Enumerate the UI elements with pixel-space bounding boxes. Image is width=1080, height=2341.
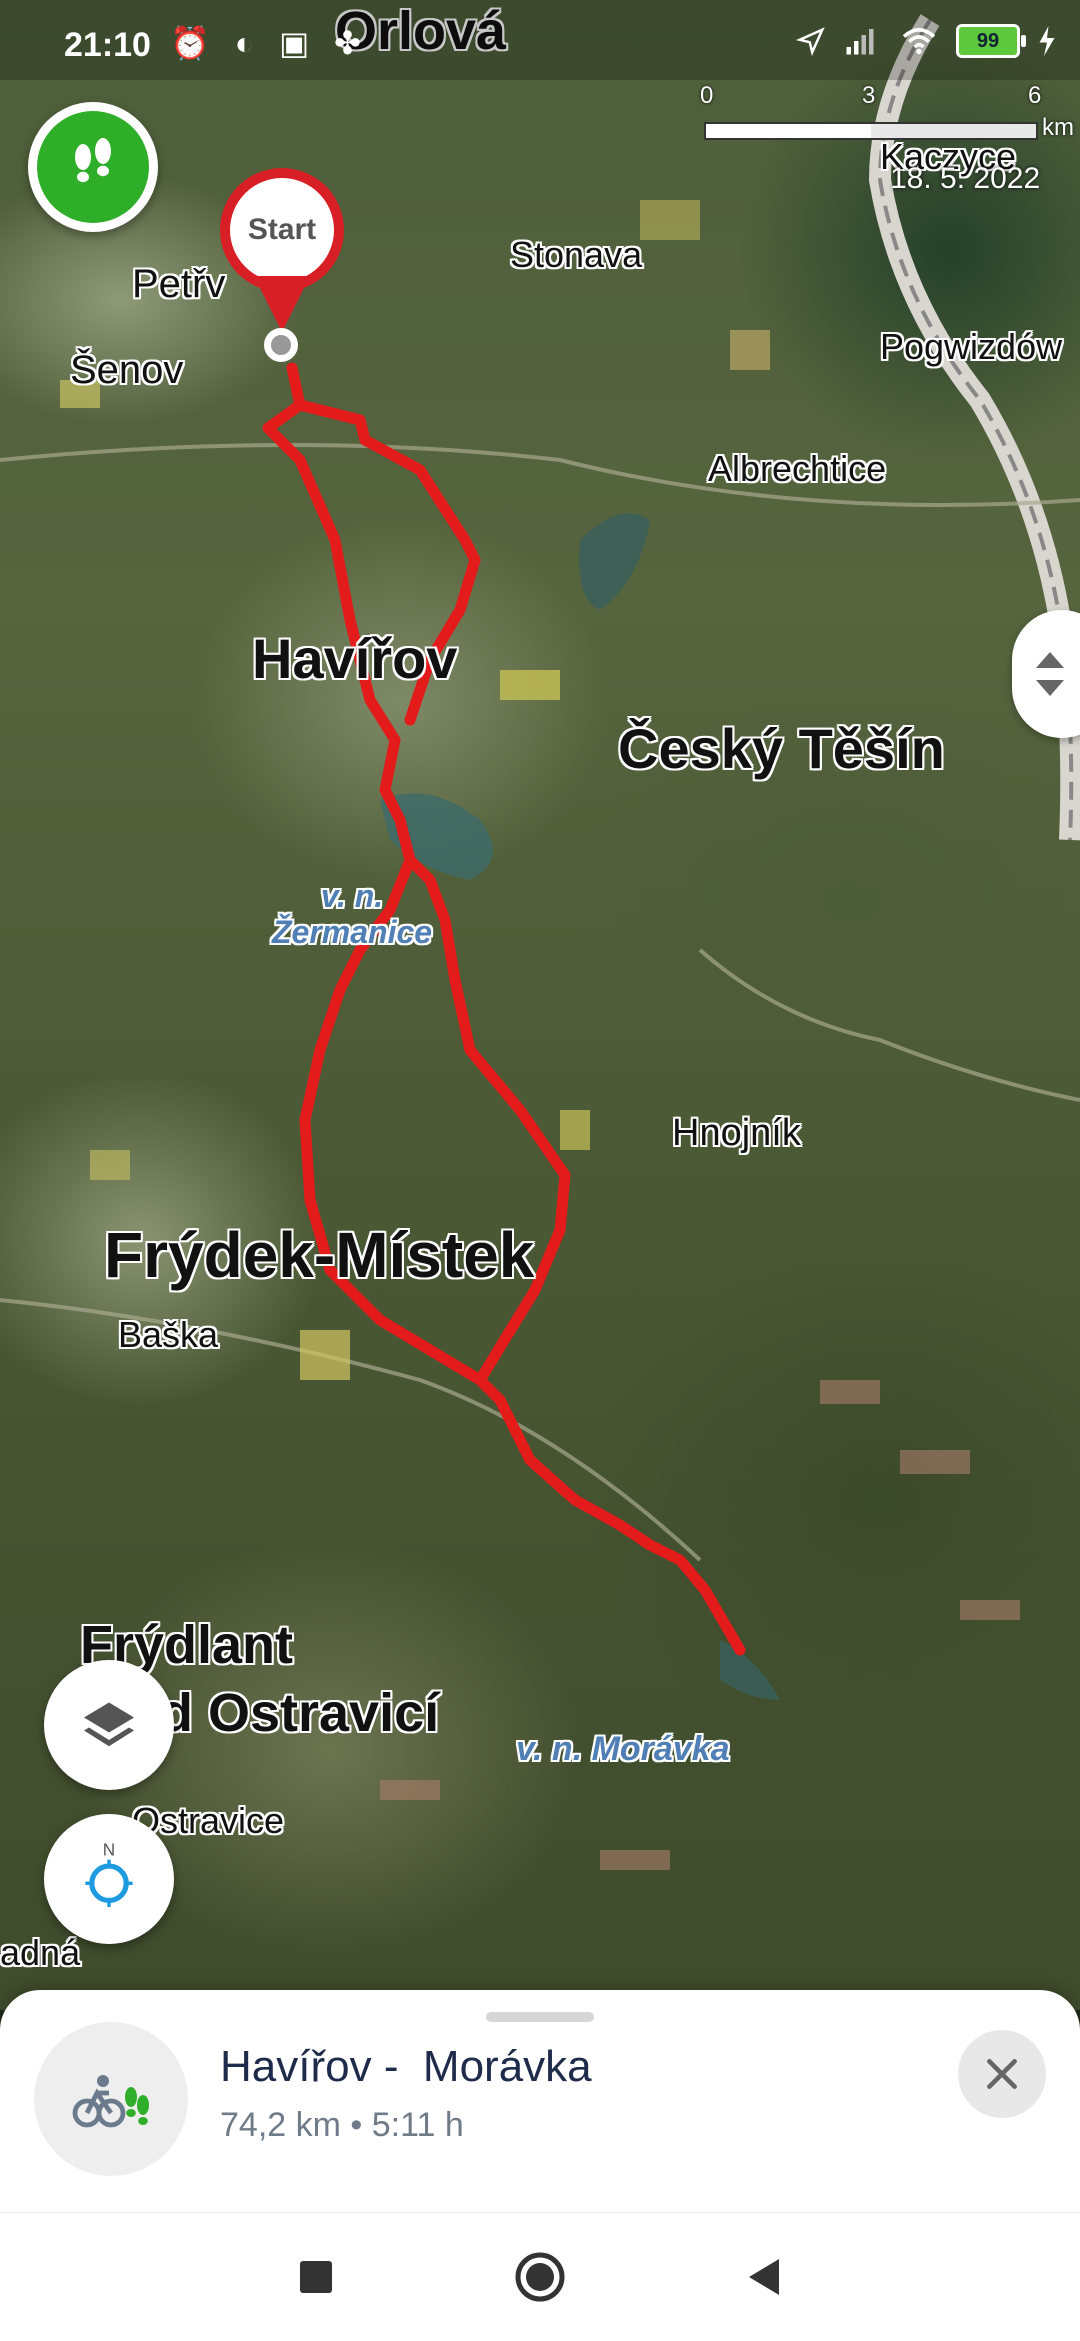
status-icons-left: ⏰ ◐ ▣ ✤ bbox=[170, 24, 369, 62]
map-label-zermanice: v. n. Žermanice bbox=[272, 878, 433, 950]
map-label-albrechtice: Albrechtice bbox=[708, 448, 887, 489]
scale-tick: 3 bbox=[862, 82, 876, 109]
bike-hike-icon bbox=[72, 2075, 149, 2128]
compass-button[interactable]: N bbox=[44, 1814, 174, 1944]
signal-icon bbox=[846, 29, 874, 55]
map-label-frydlant-2: d Ostravicí bbox=[160, 1683, 440, 1743]
map-label-cesky-tesin: Český Těšín bbox=[618, 717, 945, 780]
footprints-icon bbox=[75, 138, 111, 183]
location-icon bbox=[796, 27, 825, 56]
square-icon bbox=[300, 2261, 332, 2293]
home-button[interactable] bbox=[510, 2247, 570, 2307]
close-button[interactable] bbox=[958, 2030, 1046, 2118]
start-marker[interactable]: Start bbox=[220, 168, 350, 368]
side-panel-handle[interactable] bbox=[1012, 610, 1080, 738]
compass-letter: N bbox=[103, 1839, 115, 1859]
route-planner-button[interactable] bbox=[28, 102, 158, 232]
route-title: Havířov - Morávka bbox=[220, 2042, 592, 2091]
map-label-petrvald: Petřv bbox=[132, 262, 226, 306]
map-label-pogwizdow: Pogwizdów bbox=[880, 326, 1063, 367]
sheet-grabber[interactable] bbox=[486, 2012, 594, 2022]
charging-icon bbox=[1039, 26, 1055, 56]
map-label-senov: Šenov bbox=[70, 348, 184, 392]
status-bar: 21:10 ⏰ ◐ ▣ ✤ 99 bbox=[0, 0, 1080, 80]
start-point-dot bbox=[264, 328, 298, 362]
map-label-frydek-mistek: Frýdek-Místek bbox=[104, 1219, 535, 1291]
map-label-hnojnik: Hnojník bbox=[672, 1112, 801, 1154]
map-label-baska: Baška bbox=[118, 1314, 219, 1355]
start-marker-label: Start bbox=[230, 178, 334, 282]
imagery-date: 18. 5. 2022 bbox=[890, 162, 1041, 195]
recents-button[interactable] bbox=[286, 2247, 346, 2307]
sim-icon: ▣ bbox=[278, 25, 318, 61]
map-label-radna: adná bbox=[0, 1932, 81, 1973]
scale-tick: 0 bbox=[700, 82, 714, 109]
circle-icon bbox=[515, 2252, 565, 2302]
close-icon bbox=[987, 2059, 1017, 2089]
system-nav-bar bbox=[0, 2212, 1080, 2341]
moon-icon: ◐ bbox=[234, 25, 263, 61]
compass-icon: N bbox=[85, 1839, 133, 1907]
scale-unit: km bbox=[1042, 114, 1074, 141]
route-distance-duration: 74,2 km • 5:11 h bbox=[220, 2106, 464, 2144]
layers-icon bbox=[84, 1702, 134, 1747]
expand-vertical-icon bbox=[1036, 652, 1064, 696]
triangle-back-icon bbox=[749, 2259, 779, 2295]
route-type-badge bbox=[34, 2022, 188, 2176]
route-bottom-sheet[interactable]: Havířov - Morávka 74,2 km • 5:11 h bbox=[0, 1990, 1080, 2212]
map-scale: 0 3 6 km bbox=[700, 82, 1074, 162]
fan-icon: ✤ bbox=[334, 25, 369, 61]
scale-tick: 6 bbox=[1028, 82, 1042, 109]
map-layers-button[interactable] bbox=[44, 1660, 174, 1790]
back-button[interactable] bbox=[734, 2247, 794, 2307]
map-label-moravka: v. n. Morávka bbox=[516, 1730, 730, 1768]
wifi-icon bbox=[902, 27, 936, 55]
scale-bar bbox=[704, 122, 1038, 140]
alarm-icon: ⏰ bbox=[170, 25, 218, 61]
map-label-havirov: Havířov bbox=[252, 627, 458, 690]
battery-icon: 99 bbox=[956, 24, 1026, 58]
status-time: 21:10 bbox=[64, 26, 151, 64]
map-label-stonava: Stonava bbox=[510, 234, 643, 275]
